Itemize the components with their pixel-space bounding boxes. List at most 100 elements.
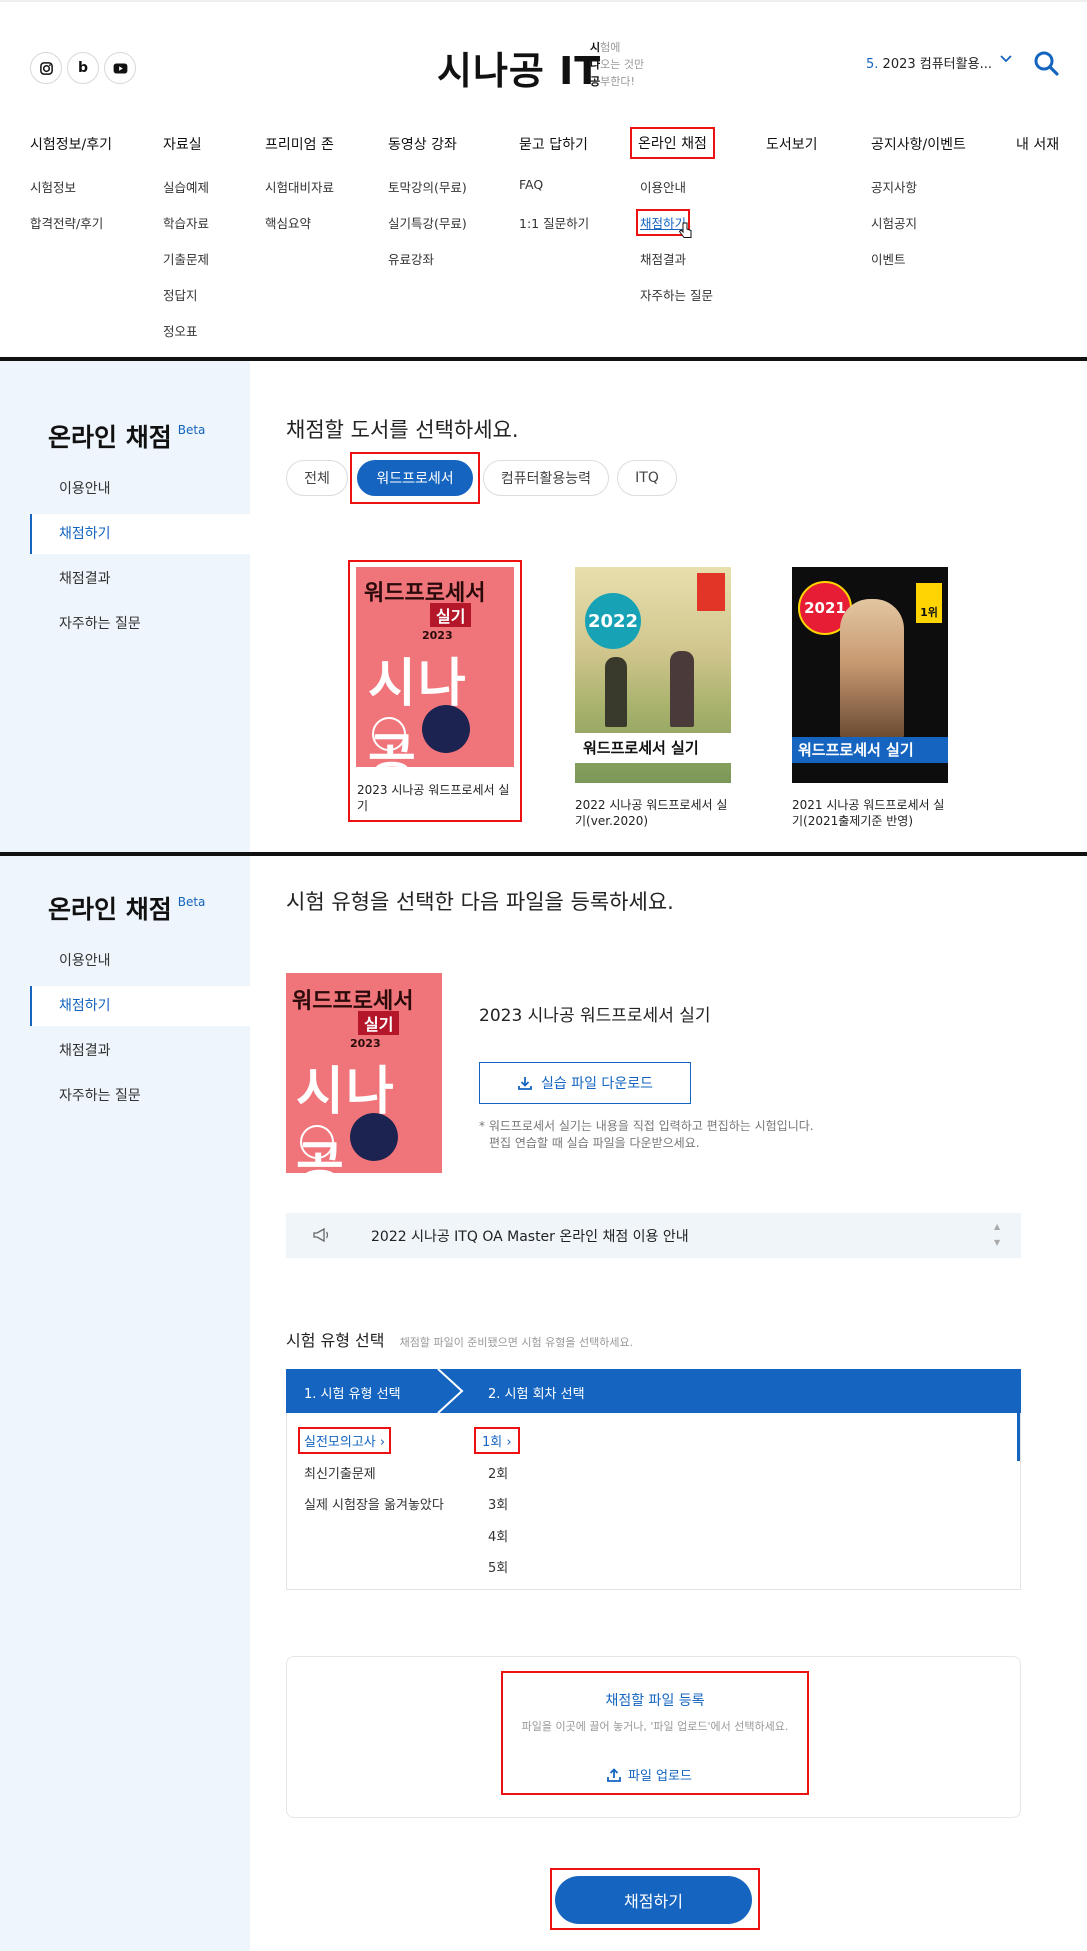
lnb-item-grade[interactable]: 채점하기 [30,986,250,1026]
chevron-down-icon[interactable] [1000,52,1012,66]
section-title-select-type: 시험 유형을 선택한 다음 파일을 등록하세요. [286,890,674,914]
upload-icon [607,1767,621,1782]
sub-answers[interactable]: 정답지 [163,285,198,304]
notice-up-icon[interactable]: ▲ [994,1222,1000,1231]
download-practice-button[interactable]: 실습 파일 다운로드 [479,1062,691,1104]
note-line-2: 편집 연습할 때 실습 파일을 다운받으세요. [489,1136,700,1150]
sub-grading-result[interactable]: 채점결과 [640,249,686,268]
note-line-1: * 워드프로세서 실기는 내용을 직접 입력하고 편집하는 시험입니다. [479,1119,814,1133]
exam-selector-number: 5. [866,57,879,72]
list-scrollbar[interactable] [1017,1413,1020,1461]
round-3[interactable]: 3회 [488,1494,508,1513]
cover-badge [300,1125,334,1159]
cover-year: 2022 [585,593,641,649]
megaphone-icon [312,1227,332,1247]
sub-usage-guide[interactable]: 이용안내 [640,177,686,196]
sub-pass-strategy[interactable]: 합격전략/후기 [30,213,103,232]
book-cover-2022[interactable]: 2022 워드프로세서 실기 [575,567,731,783]
exam-selector-value: 2023 컴퓨터활용... [882,57,992,72]
sub-faq-grading[interactable]: 자주하는 질문 [640,285,713,304]
cover-illustration [350,1113,398,1161]
logo-tagline: 시험에 나오는 것만 공부한다! [590,39,644,90]
book-cover-2023[interactable]: 워드프로세서 실기 2023 시나공 [356,567,514,767]
sub-past-exams[interactable]: 기출문제 [163,249,209,268]
sub-exam-info[interactable]: 시험정보 [30,177,76,196]
tagline-rest-2: 오는 것만 [600,58,645,71]
instagram-icon[interactable] [30,52,62,84]
upload-desc: 파일을 이곳에 끌어 놓거나, '파일 업로드'에서 선택하세요. [521,1720,789,1733]
round-2[interactable]: 2회 [488,1463,508,1482]
lnb-item-grade[interactable]: 채점하기 [30,514,250,554]
tagline-rest-3: 부한다! [600,75,635,88]
search-icon[interactable] [1033,50,1059,76]
step-2-label: 2. 시험 회차 선택 [488,1387,585,1402]
cover-figure [605,657,627,727]
sub-event[interactable]: 이벤트 [871,249,906,268]
cover-rank-badge [697,573,725,611]
cover-figure-2 [670,651,694,727]
sub-faq[interactable]: FAQ [519,177,543,192]
gnb-notice[interactable]: 공지사항/이벤트 [871,134,966,154]
sub-summary[interactable]: 핵심요약 [265,213,311,232]
type-mock-exam[interactable]: 실전모의고사 › [297,1427,392,1454]
submit-grade-button[interactable]: 채점하기 [555,1876,752,1924]
sub-errata[interactable]: 정오표 [163,321,198,340]
sub-notice[interactable]: 공지사항 [871,177,917,196]
tagline-line-3: 공부한다! [590,75,635,88]
gnb-online-grading[interactable]: 온라인 채점 [630,127,715,159]
notice-text[interactable]: 2022 시나공 ITQ OA Master 온라인 채점 이용 안내 [371,1226,689,1246]
book-cover-2021[interactable]: 2021 1위 워드프로세서 실기 [792,567,948,783]
gnb-qna[interactable]: 묻고 답하기 [519,134,588,154]
caption-line-2: 기(2021출제기준 반영) [792,814,913,828]
type-latest-exam[interactable]: 최신기출문제 [304,1463,376,1482]
tab-computer[interactable]: 컴퓨터활용능력 [483,460,609,496]
cursor-hand-icon [678,222,693,244]
top-scroll-line [0,0,1087,2]
sub-free-lecture[interactable]: 토막강의(무료) [388,177,467,196]
sub-ask[interactable]: 1:1 질문하기 [519,213,589,232]
type-mock-label: 실전모의고사 [304,1435,376,1450]
notice-down-icon[interactable]: ▼ [994,1238,1000,1247]
selected-book-title: 2023 시나공 워드프로세서 실기 [479,1006,711,1026]
sub-practice[interactable]: 실습예제 [163,177,209,196]
tab-highlight [350,452,480,504]
round-5[interactable]: 5회 [488,1557,508,1576]
sub-paid-lecture[interactable]: 유료강좌 [388,249,434,268]
section-title-select-book: 채점할 도서를 선택하세요. [286,418,519,442]
lnb-item-result[interactable]: 채점결과 [30,1031,250,1071]
book-caption-2021[interactable]: 2021 시나공 워드프로세서 실 기(2021출제기준 반영) [792,797,962,829]
gnb-books[interactable]: 도서보기 [766,134,818,154]
lnb-item-result[interactable]: 채점결과 [30,559,250,599]
notice-bar[interactable]: 2022 시나공 ITQ OA Master 온라인 채점 이용 안내 ▲ ▼ [286,1213,1021,1258]
book-caption-2023[interactable]: 2023 시나공 워드프로세서 실기 [357,782,517,814]
type-real-exam[interactable]: 실제 시험장을 옮겨놓았다 [304,1494,444,1513]
upload-file-button[interactable]: 파일 업로드 [606,1765,692,1784]
logo[interactable]: 시나공 IT [437,40,601,95]
selected-book-cover: 워드프로세서 실기 2023 시나공 [286,973,442,1173]
gnb-video[interactable]: 동영상 강좌 [388,134,457,154]
round-1-label: 1회 [482,1435,503,1450]
sub-study-material[interactable]: 학습자료 [163,213,209,232]
tab-itq[interactable]: ITQ [617,460,677,496]
round-4[interactable]: 4회 [488,1526,508,1545]
gnb-exam-info[interactable]: 시험정보/후기 [30,134,112,154]
sub-exam-notice[interactable]: 시험공지 [871,213,917,232]
exam-selector[interactable]: 5. 2023 컴퓨터활용... [866,53,992,72]
tab-all[interactable]: 전체 [286,460,348,496]
book-caption-2022[interactable]: 2022 시나공 워드프로세서 실 기(ver.2020) [575,797,745,829]
cover-portrait [840,599,904,739]
round-1[interactable]: 1회 › [474,1427,520,1454]
gnb-resources[interactable]: 자료실 [163,134,202,154]
download-label: 실습 파일 다운로드 [541,1076,653,1092]
lnb-item-faq[interactable]: 자주하는 질문 [30,1076,250,1116]
lnb-item-faq[interactable]: 자주하는 질문 [30,604,250,644]
sub-exam-prep[interactable]: 시험대비자료 [265,177,334,196]
gnb-premium[interactable]: 프리미엄 존 [265,134,334,154]
sub-free-special[interactable]: 실기특강(무료) [388,213,467,232]
lnb-item-guide[interactable]: 이용안내 [30,469,250,509]
gnb-my-library[interactable]: 내 서재 [1016,134,1059,154]
type-heading-hint: 채점할 파일이 준비됐으면 시험 유형을 선택하세요. [399,1336,634,1349]
youtube-icon[interactable] [104,52,136,84]
blog-icon[interactable]: b [67,52,99,84]
lnb-item-guide[interactable]: 이용안내 [30,941,250,981]
